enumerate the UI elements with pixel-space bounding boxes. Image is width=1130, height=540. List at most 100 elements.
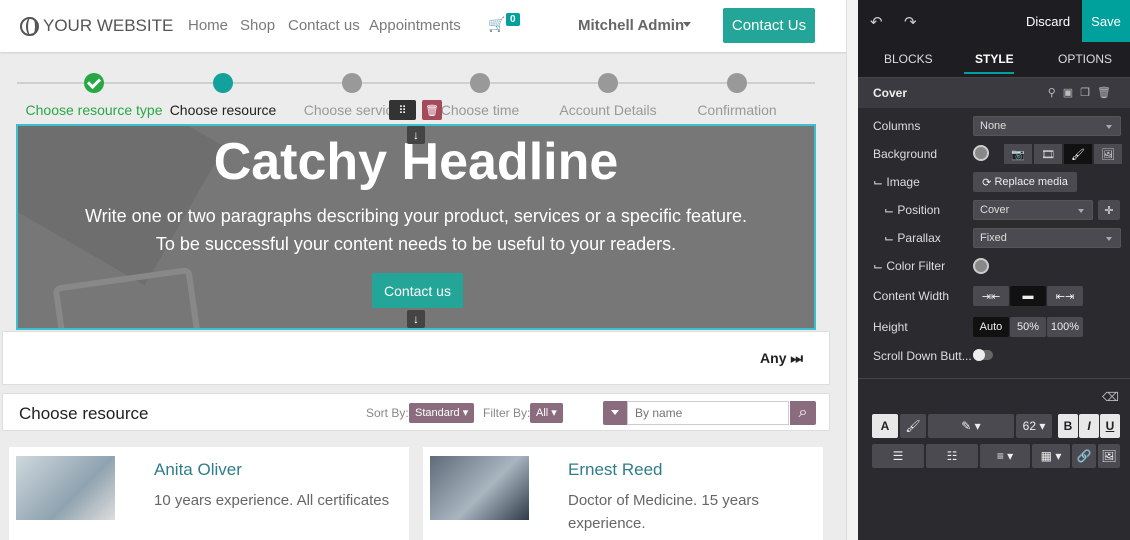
- height-auto-button[interactable]: Auto: [973, 317, 1009, 337]
- nav-contact-us[interactable]: Contact us: [288, 17, 360, 34]
- link-icon[interactable]: ⚲: [1048, 87, 1063, 99]
- cover-block[interactable]: Catchy Headline Write one or two paragra…: [16, 124, 816, 330]
- parallax-select[interactable]: Fixed: [973, 228, 1121, 248]
- section-header: Cover ⚲▣❐🗑: [858, 78, 1130, 108]
- delete-icon[interactable]: 🗑: [1097, 87, 1118, 99]
- scroll-down-label: Scroll Down Butt...: [873, 349, 972, 363]
- redo-icon[interactable]: ↷: [904, 13, 917, 31]
- section-actions[interactable]: ⚲▣❐🗑: [1048, 86, 1118, 99]
- tab-options[interactable]: OPTIONS: [1058, 52, 1112, 66]
- refresh-icon: ⟳: [982, 176, 995, 189]
- step-6-dot: [727, 73, 747, 93]
- editor-panel: ↶ ↷ Discard Save BLOCKS STYLE OPTIONS Co…: [858, 0, 1130, 540]
- resource-photo: [430, 456, 529, 520]
- resource-card[interactable]: Ernest Reed Doctor of Medicine. 15 years…: [423, 447, 823, 540]
- any-option[interactable]: Any ⏭: [760, 350, 803, 367]
- tab-blocks[interactable]: BLOCKS: [884, 52, 933, 66]
- save-button[interactable]: Save: [1082, 0, 1130, 42]
- tab-style[interactable]: STYLE: [975, 52, 1014, 66]
- search-type-dropdown[interactable]: [603, 401, 627, 425]
- image-label: ⌙ Image: [873, 175, 920, 189]
- copy-icon[interactable]: ❐: [1080, 87, 1097, 99]
- content-width-medium-icon[interactable]: ▬: [1010, 286, 1046, 306]
- filter-dropdown[interactable]: All ▾: [530, 403, 563, 423]
- columns-select[interactable]: None: [973, 116, 1121, 136]
- cover-paragraph-2[interactable]: To be successful your content needs to b…: [18, 234, 814, 255]
- save-icon[interactable]: ▣: [1063, 87, 1080, 99]
- height-50-button[interactable]: 50%: [1010, 317, 1046, 337]
- caret-down-icon[interactable]: [683, 22, 691, 27]
- image-icon[interactable]: 🖼: [1094, 144, 1122, 164]
- cover-contact-button[interactable]: Contact us: [372, 273, 463, 308]
- bullet-list-icon[interactable]: ☰: [872, 444, 924, 468]
- arrow-down-icon[interactable]: ↓: [407, 126, 425, 144]
- height-label: Height: [873, 320, 908, 334]
- logo-text: YOUR WEBSITE: [43, 16, 174, 35]
- scroll-down-toggle[interactable]: [973, 349, 993, 361]
- sort-dropdown[interactable]: Standard ▾: [409, 403, 475, 423]
- style-dropdown[interactable]: ✎ ▾: [928, 414, 1014, 438]
- content-width-small-icon[interactable]: ⇥⇤: [973, 286, 1009, 306]
- resource-name[interactable]: Ernest Reed: [568, 460, 663, 480]
- replace-media-button[interactable]: ⟳ Replace media: [973, 172, 1077, 192]
- resource-card[interactable]: Anita Oliver 10 years experience. All ce…: [9, 447, 409, 540]
- italic-icon[interactable]: I: [1079, 414, 1099, 438]
- color-filter-picker[interactable]: [973, 258, 989, 274]
- search-input[interactable]: [627, 401, 789, 425]
- video-icon[interactable]: 🎞: [1034, 144, 1062, 164]
- discard-button[interactable]: Discard: [1026, 14, 1070, 29]
- eraser-icon[interactable]: ⌫: [1102, 390, 1119, 404]
- active-tab-indicator: [964, 72, 1014, 74]
- undo-icon[interactable]: ↶: [870, 13, 883, 31]
- content-width-full-icon[interactable]: ⇤⇥: [1047, 286, 1083, 306]
- sort-label: Sort By:: [366, 406, 409, 420]
- bold-icon[interactable]: B: [1058, 414, 1078, 438]
- resource-name[interactable]: Anita Oliver: [154, 460, 242, 480]
- numbered-list-icon[interactable]: ☷: [926, 444, 978, 468]
- table-icon[interactable]: ▦ ▾: [1032, 444, 1070, 468]
- divider: [858, 378, 1130, 379]
- step-label-time: Choose time: [440, 102, 520, 118]
- drag-handle-icon[interactable]: ⠿: [389, 100, 416, 120]
- brush-icon[interactable]: 🖌: [1064, 144, 1092, 164]
- content-width-label: Content Width: [873, 289, 950, 303]
- height-100-button[interactable]: 100%: [1047, 317, 1083, 337]
- position-select[interactable]: Cover: [973, 200, 1093, 220]
- font-color-icon[interactable]: A: [872, 414, 898, 438]
- step-3-dot: [342, 73, 362, 93]
- any-resource-panel: Any ⏭: [2, 331, 830, 385]
- resource-description: Doctor of Medicine. 15 years experience.: [568, 492, 759, 532]
- crosshair-icon[interactable]: ✛: [1098, 200, 1120, 220]
- filter-label: Filter By:: [483, 406, 531, 420]
- arrow-down-icon[interactable]: ↓: [407, 310, 425, 328]
- nav-shop[interactable]: Shop: [240, 17, 275, 34]
- trash-icon[interactable]: 🗑: [422, 100, 442, 120]
- filter-value: All: [536, 407, 549, 419]
- cover-paragraph-1[interactable]: Write one or two paragraphs describing y…: [18, 206, 814, 227]
- nav-home[interactable]: Home: [188, 17, 228, 34]
- cart-icon[interactable]: 🛒: [488, 16, 505, 33]
- camera-icon[interactable]: 📷: [1004, 144, 1032, 164]
- nav-appointments[interactable]: Appointments: [369, 17, 461, 34]
- underline-icon[interactable]: U: [1100, 414, 1120, 438]
- font-size-dropdown[interactable]: 62 ▾: [1016, 414, 1052, 438]
- align-dropdown[interactable]: ≡ ▾: [980, 444, 1030, 468]
- link-icon[interactable]: 🔗: [1072, 444, 1096, 468]
- step-4-dot: [470, 73, 490, 93]
- progress-line: [17, 82, 815, 84]
- contact-us-nav-button[interactable]: Contact Us: [723, 8, 815, 43]
- background-color-icon[interactable]: 🖌: [900, 414, 926, 438]
- user-menu[interactable]: Mitchell Admin: [578, 17, 684, 34]
- step-2-dot: [213, 73, 233, 93]
- media-icon[interactable]: 🖼: [1098, 444, 1120, 468]
- search-icon[interactable]: ⌕: [790, 401, 816, 425]
- site-logo[interactable]: YOUR WEBSITE: [20, 16, 173, 36]
- replace-media-label: Replace media: [994, 176, 1068, 188]
- page-scrollbar[interactable]: [846, 0, 858, 540]
- step-label-account: Account Details: [559, 102, 657, 118]
- website-preview: YOUR WEBSITE Home Shop Contact us Appoin…: [0, 0, 858, 540]
- background-color-picker[interactable]: [973, 145, 989, 161]
- step-label-service: Choose service: [303, 102, 401, 118]
- step-label-resource: Choose resource: [169, 102, 277, 118]
- editor-tabs: BLOCKS STYLE OPTIONS: [858, 42, 1130, 78]
